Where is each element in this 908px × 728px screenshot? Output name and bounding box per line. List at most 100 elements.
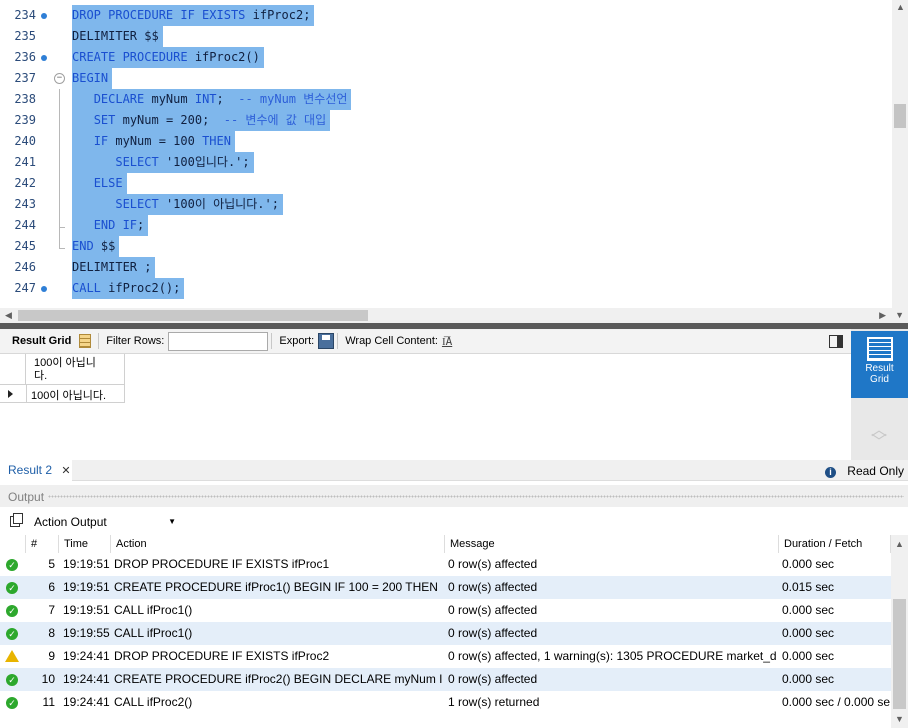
code-line[interactable]: BEGIN	[72, 68, 113, 89]
log-cell-num: 6	[48, 580, 55, 594]
scroll-down-arrow-icon[interactable]: ▼	[895, 310, 904, 320]
panel-toggle-icon[interactable]	[829, 334, 843, 348]
line-number: 243	[14, 197, 36, 211]
log-row[interactable]: ✓ 6 19:19:51 CREATE PROCEDURE ifProc1() BEG…	[0, 576, 891, 599]
filter-rows-input[interactable]	[168, 331, 269, 351]
fold-guide-line	[59, 89, 60, 248]
column-header-duration[interactable]: Duration / Fetch	[779, 535, 891, 553]
scroll-right-arrow-icon[interactable]: ▶	[879, 310, 886, 320]
result-grid-panel-button[interactable]: Result Grid	[851, 331, 908, 398]
log-cell-message: 0 row(s) affected	[448, 557, 538, 571]
editor-horizontal-scrollbar[interactable]: ◀ ▶ ▼	[0, 308, 908, 323]
toolbar-divider	[98, 333, 100, 349]
success-check-icon: ✓	[6, 697, 18, 709]
drag-handle[interactable]	[48, 495, 904, 498]
log-cell-action: DROP PROCEDURE IF EXISTS ifProc1	[114, 557, 330, 571]
output-scroll-thumb[interactable]	[893, 599, 906, 709]
line-number: 234	[14, 8, 36, 22]
code-token: SELECT	[115, 197, 166, 211]
tab-result-2[interactable]: Result 2 ✕	[0, 460, 72, 481]
output-vertical-scrollbar[interactable]: ▲ ▼	[891, 535, 908, 728]
column-header[interactable]: 100이 아닙니다.	[34, 357, 109, 383]
log-cell-num: 8	[48, 626, 55, 640]
table-row[interactable]: 100이 아닙니다.	[0, 385, 125, 403]
code-line[interactable]: DROP PROCEDURE IF EXISTS ifProc2;	[72, 5, 315, 26]
dropdown-arrow-icon[interactable]: ▼	[168, 517, 176, 526]
sql-editor[interactable]: 234 DROP PROCEDURE IF EXISTS ifProc2; 235 D…	[0, 0, 908, 308]
result-grid[interactable]: 100이 아닙니다. 100이 아닙니다.	[0, 354, 851, 460]
log-cell-duration: 0.015 sec	[782, 580, 835, 594]
code-line[interactable]: IF myNum = 100 THEN	[72, 131, 235, 152]
floppy-disk-icon[interactable]	[318, 333, 335, 349]
code-token: THEN	[202, 134, 231, 148]
code-line[interactable]: DELIMITER $$	[72, 26, 163, 47]
column-header-message[interactable]: Message	[445, 535, 779, 553]
log-cell-time: 19:24:41	[63, 649, 110, 663]
close-icon[interactable]: ✕	[61, 465, 70, 477]
fold-toggle-icon[interactable]: −	[54, 73, 65, 84]
result-grid-panel-label: Result Grid	[865, 363, 894, 385]
column-header-action[interactable]: Action	[111, 535, 445, 553]
editor-vertical-scrollbar[interactable]: ▲	[892, 0, 908, 308]
log-cell-action: CREATE PROCEDURE ifProc2() BEGIN DECLARE…	[114, 672, 442, 686]
success-check-icon: ✓	[6, 582, 18, 594]
code-token: END IF	[93, 218, 138, 232]
log-cell-num: 5	[48, 557, 55, 571]
code-line[interactable]: DECLARE myNum INT; -- myNum 변수선언	[72, 89, 352, 110]
log-row[interactable]: ✓ 10 19:24:41 CREATE PROCEDURE ifProc2() BE…	[0, 668, 891, 691]
log-row[interactable]: ✓ 11 19:24:41 CALL ifProc2() 1 row(s) return…	[0, 691, 891, 714]
scroll-down-arrow-icon[interactable]: ▼	[895, 714, 904, 724]
code-token: IF	[93, 134, 116, 148]
copy-icon[interactable]	[10, 513, 23, 527]
code-token: INT	[194, 92, 217, 106]
output-type-select[interactable]: Action Output ▼	[30, 513, 180, 531]
code-line[interactable]: CREATE PROCEDURE ifProc2()	[72, 47, 264, 68]
line-number: 239	[14, 113, 36, 127]
wrap-text-icon[interactable]: I͞A	[442, 335, 452, 348]
status-column-header	[0, 535, 26, 553]
grid-cell[interactable]: 100이 아닙니다.	[31, 387, 106, 403]
code-line[interactable]: DELIMITER ;	[72, 257, 156, 278]
log-cell-duration: 0.000 sec / 0.000 sec	[782, 695, 890, 709]
result-grid-label[interactable]: Result Grid	[0, 335, 75, 347]
code-token: ;	[137, 218, 145, 232]
expand-chevron-icon[interactable]: ︿ ﹀	[869, 423, 889, 451]
editor-vertical-scroll-thumb[interactable]	[894, 104, 906, 128]
statement-marker-icon	[41, 286, 47, 292]
row-selector-arrow-icon[interactable]	[8, 390, 13, 398]
code-line[interactable]: CALL ifProc2();	[72, 278, 185, 299]
scroll-left-arrow-icon[interactable]: ◀	[5, 310, 12, 320]
code-line[interactable]: SET myNum = 200; -- 변수에 값 대입	[72, 110, 331, 131]
log-row[interactable]: ✓ 5 19:19:51 DROP PROCEDURE IF EXISTS ifPro…	[0, 553, 891, 576]
code-token: DECLARE	[93, 92, 152, 106]
code-line[interactable]: END $$	[72, 236, 120, 257]
log-row[interactable]: ✓ 8 19:19:55 CALL ifProc1() 0 row(s) affecte…	[0, 622, 891, 645]
log-cell-time: 19:19:55	[63, 626, 110, 640]
column-header-time[interactable]: Time	[59, 535, 111, 553]
warning-icon	[5, 650, 19, 662]
log-row[interactable]: ✓ 7 19:19:51 CALL ifProc1() 0 row(s) affecte…	[0, 599, 891, 622]
code-token: ifProc2()	[194, 50, 260, 64]
code-line[interactable]: END IF;	[72, 215, 149, 236]
statement-marker-icon	[41, 13, 47, 19]
scroll-up-arrow-icon[interactable]: ▲	[896, 2, 905, 12]
code-line[interactable]: SELECT '100입니다.';	[72, 152, 254, 173]
log-cell-duration: 0.000 sec	[782, 626, 835, 640]
output-log-table[interactable]: # Time Action Message Duration / Fetch ✓…	[0, 535, 908, 728]
horizontal-scroll-thumb[interactable]	[18, 310, 368, 321]
grid-icon[interactable]	[79, 334, 92, 348]
code-line[interactable]: ELSE	[72, 173, 127, 194]
log-cell-num: 7	[48, 603, 55, 617]
log-row[interactable]: 9 19:24:41 DROP PROCEDURE IF EXISTS ifProc…	[0, 645, 891, 668]
scroll-up-arrow-icon[interactable]: ▲	[895, 539, 904, 549]
line-number: 242	[14, 176, 36, 190]
code-token: $$	[100, 239, 116, 253]
code-line[interactable]: SELECT '100이 아닙니다.';	[72, 194, 283, 215]
code-token: ;	[216, 92, 239, 106]
export-label: Export:	[279, 335, 315, 347]
code-token: DELIMITER ;	[72, 260, 152, 274]
column-header-number[interactable]: #	[26, 535, 59, 553]
wrap-cell-content-label: Wrap Cell Content:	[345, 335, 438, 347]
